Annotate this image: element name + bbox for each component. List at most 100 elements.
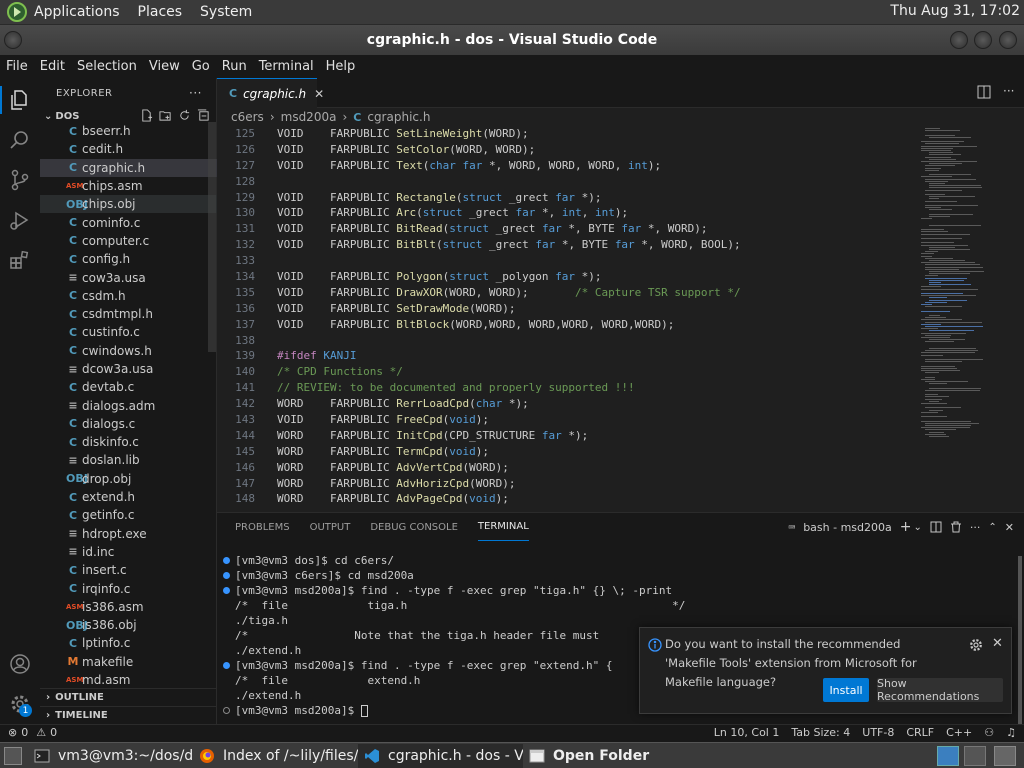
new-terminal-icon[interactable]: + (900, 519, 912, 535)
places-menu[interactable]: Places (138, 4, 183, 20)
code-line[interactable]: 133 (217, 253, 917, 269)
file-item[interactable]: Cextend.h (40, 488, 217, 506)
file-item[interactable]: Cirqinfo.c (40, 579, 217, 597)
more-actions-icon[interactable]: ··· (189, 86, 202, 100)
code-line[interactable]: 143 VOID FARPUBLIC FreeCpd(void); (217, 412, 917, 428)
menu-edit[interactable]: Edit (34, 59, 71, 74)
more-actions-icon[interactable]: ··· (970, 521, 981, 534)
split-terminal-icon[interactable] (930, 521, 942, 533)
tab-output[interactable]: OUTPUT (310, 513, 351, 541)
tab-debug-console[interactable]: DEBUG CONSOLE (370, 513, 458, 541)
new-folder-icon[interactable] (159, 109, 172, 122)
tab-close-icon[interactable]: ✕ (314, 87, 324, 101)
command-decoration-icon[interactable] (223, 602, 230, 609)
editor-scrollbar[interactable] (1010, 126, 1024, 512)
chevron-down-icon[interactable]: ⌄ (914, 522, 922, 533)
command-decoration-icon[interactable] (223, 557, 230, 564)
applications-menu[interactable]: Applications (34, 4, 120, 20)
trash-icon[interactable] (950, 521, 962, 533)
close-panel-icon[interactable]: ✕ (1005, 521, 1014, 534)
menu-run[interactable]: Run (216, 59, 253, 74)
feedback-icon[interactable]: ⚇ (984, 726, 994, 739)
code-line[interactable]: 144 WORD FARPUBLIC InitCpd(CPD_STRUCTURE … (217, 428, 917, 444)
file-item[interactable]: ASM is386.asm (40, 598, 217, 616)
file-item[interactable]: OBJ chips.obj (40, 195, 217, 214)
split-editor-icon[interactable] (977, 85, 991, 99)
menu-help[interactable]: Help (320, 59, 362, 74)
code-line[interactable]: 126 VOID FARPUBLIC SetColor(WORD, WORD); (217, 142, 917, 158)
editor-more-actions-icon[interactable]: ··· (1003, 84, 1014, 98)
file-item[interactable]: ≡ dcow3a.usa (40, 360, 217, 378)
command-decoration-icon[interactable] (223, 617, 230, 624)
code-line[interactable]: 125 VOID FARPUBLIC SetLineWeight(WORD); (217, 126, 917, 142)
account-icon[interactable] (8, 652, 32, 676)
command-decoration-icon[interactable] (223, 632, 230, 639)
file-item[interactable]: ASM md.asm (40, 671, 217, 688)
workspace-switcher[interactable] (937, 746, 959, 766)
language-mode[interactable]: C++ (946, 726, 972, 739)
code-line[interactable]: 129 VOID FARPUBLIC Rectangle(struct _grec… (217, 190, 917, 206)
outline-section[interactable]: › OUTLINE (40, 688, 217, 706)
code-line[interactable]: 130 VOID FARPUBLIC Arc(struct _grect far … (217, 205, 917, 221)
file-item[interactable]: Cbseerr.h (40, 122, 217, 140)
file-item[interactable]: ≡ cow3a.usa (40, 268, 217, 286)
close-window-button[interactable] (999, 31, 1017, 49)
tab-cgraphic-h[interactable]: C cgraphic.h ✕ (217, 78, 324, 108)
file-item[interactable]: ASM chips.asm (40, 177, 217, 195)
file-item[interactable]: ≡ dialogs.adm (40, 396, 217, 414)
encoding[interactable]: UTF-8 (862, 726, 894, 739)
problems-status[interactable]: ⊗ 0 ⚠ 0 (8, 726, 57, 739)
timeline-section[interactable]: › TIMELINE (40, 706, 217, 724)
system-menu[interactable]: System (200, 4, 252, 20)
command-decoration-icon[interactable] (223, 587, 230, 594)
file-item[interactable]: OBJ drop.obj (40, 470, 217, 488)
minimize-button[interactable] (950, 31, 968, 49)
file-item[interactable]: Ccsdm.h (40, 287, 217, 305)
file-item[interactable]: ≡ id.inc (40, 543, 217, 561)
window-menu-button[interactable] (4, 31, 22, 49)
breadcrumb-item[interactable]: c6ers (231, 110, 264, 124)
file-item[interactable]: Ccgraphic.h (40, 158, 217, 177)
tab-terminal[interactable]: TERMINAL (477, 513, 529, 541)
code-line[interactable]: 131 VOID FARPUBLIC BitRead(struct _grect … (217, 221, 917, 237)
maximize-button[interactable] (974, 31, 992, 49)
workspace-switcher[interactable] (964, 746, 986, 766)
file-item[interactable]: Ccsdmtmpl.h (40, 305, 217, 323)
file-item[interactable]: Clptinfo.c (40, 634, 217, 652)
code-line[interactable]: 141 // REVIEW: to be documented and prope… (217, 380, 917, 396)
file-item[interactable]: Cdialogs.c (40, 415, 217, 433)
code-line[interactable]: 135 VOID FARPUBLIC DrawXOR(WORD, WORD); /… (217, 285, 917, 301)
maximize-panel-icon[interactable]: ⌃ (988, 522, 996, 533)
command-decoration-icon[interactable] (223, 692, 230, 699)
code-line[interactable]: 146 WORD FARPUBLIC AdvVertCpd(WORD); (217, 460, 917, 476)
show-recommendations-button[interactable]: Show Recommendations (877, 677, 1003, 703)
trash-applet-icon[interactable] (994, 746, 1016, 766)
tab-size[interactable]: Tab Size: 4 (791, 726, 850, 739)
code-line[interactable]: 132 VOID FARPUBLIC BitBlt(struct _grect f… (217, 237, 917, 253)
search-icon[interactable] (8, 128, 32, 152)
file-item[interactable]: Ccustinfo.c (40, 323, 217, 341)
code-line[interactable]: 142 WORD FARPUBLIC RerrLoadCpd(char *); (217, 396, 917, 412)
terminal-scrollbar[interactable] (1018, 556, 1022, 726)
sidebar-scrollbar[interactable] (208, 122, 216, 352)
file-item[interactable]: ≡ hdropt.exe (40, 525, 217, 543)
file-item[interactable]: Ccominfo.c (40, 213, 217, 231)
explorer-icon[interactable] (8, 88, 32, 112)
command-decoration-icon[interactable] (223, 677, 230, 684)
command-decoration-icon[interactable] (223, 647, 230, 654)
file-item[interactable]: Ccedit.h (40, 140, 217, 158)
code-line[interactable]: 147 WORD FARPUBLIC AdvHorizCpd(WORD); (217, 476, 917, 492)
file-item[interactable]: OBJ is386.obj (40, 616, 217, 634)
notification-close-icon[interactable]: ✕ (992, 636, 1003, 651)
file-item[interactable]: Mmakefile (40, 653, 217, 671)
taskbar-item-firefox[interactable]: Index of /~lily/files/... (193, 744, 358, 768)
file-item[interactable]: Cdevtab.c (40, 378, 217, 396)
terminal-name[interactable]: bash - msd200a (803, 521, 892, 534)
menu-selection[interactable]: Selection (71, 59, 143, 74)
refresh-icon[interactable] (178, 109, 191, 122)
taskbar-item-open-folder[interactable]: Open Folder (523, 744, 693, 768)
code-line[interactable]: 127 VOID FARPUBLIC Text(char far *, WORD,… (217, 158, 917, 174)
taskbar-item-vscode[interactable]: cgraphic.h - dos - Vi... (358, 743, 523, 768)
install-button[interactable]: Install (823, 678, 869, 702)
notification-settings-icon[interactable] (969, 638, 983, 652)
